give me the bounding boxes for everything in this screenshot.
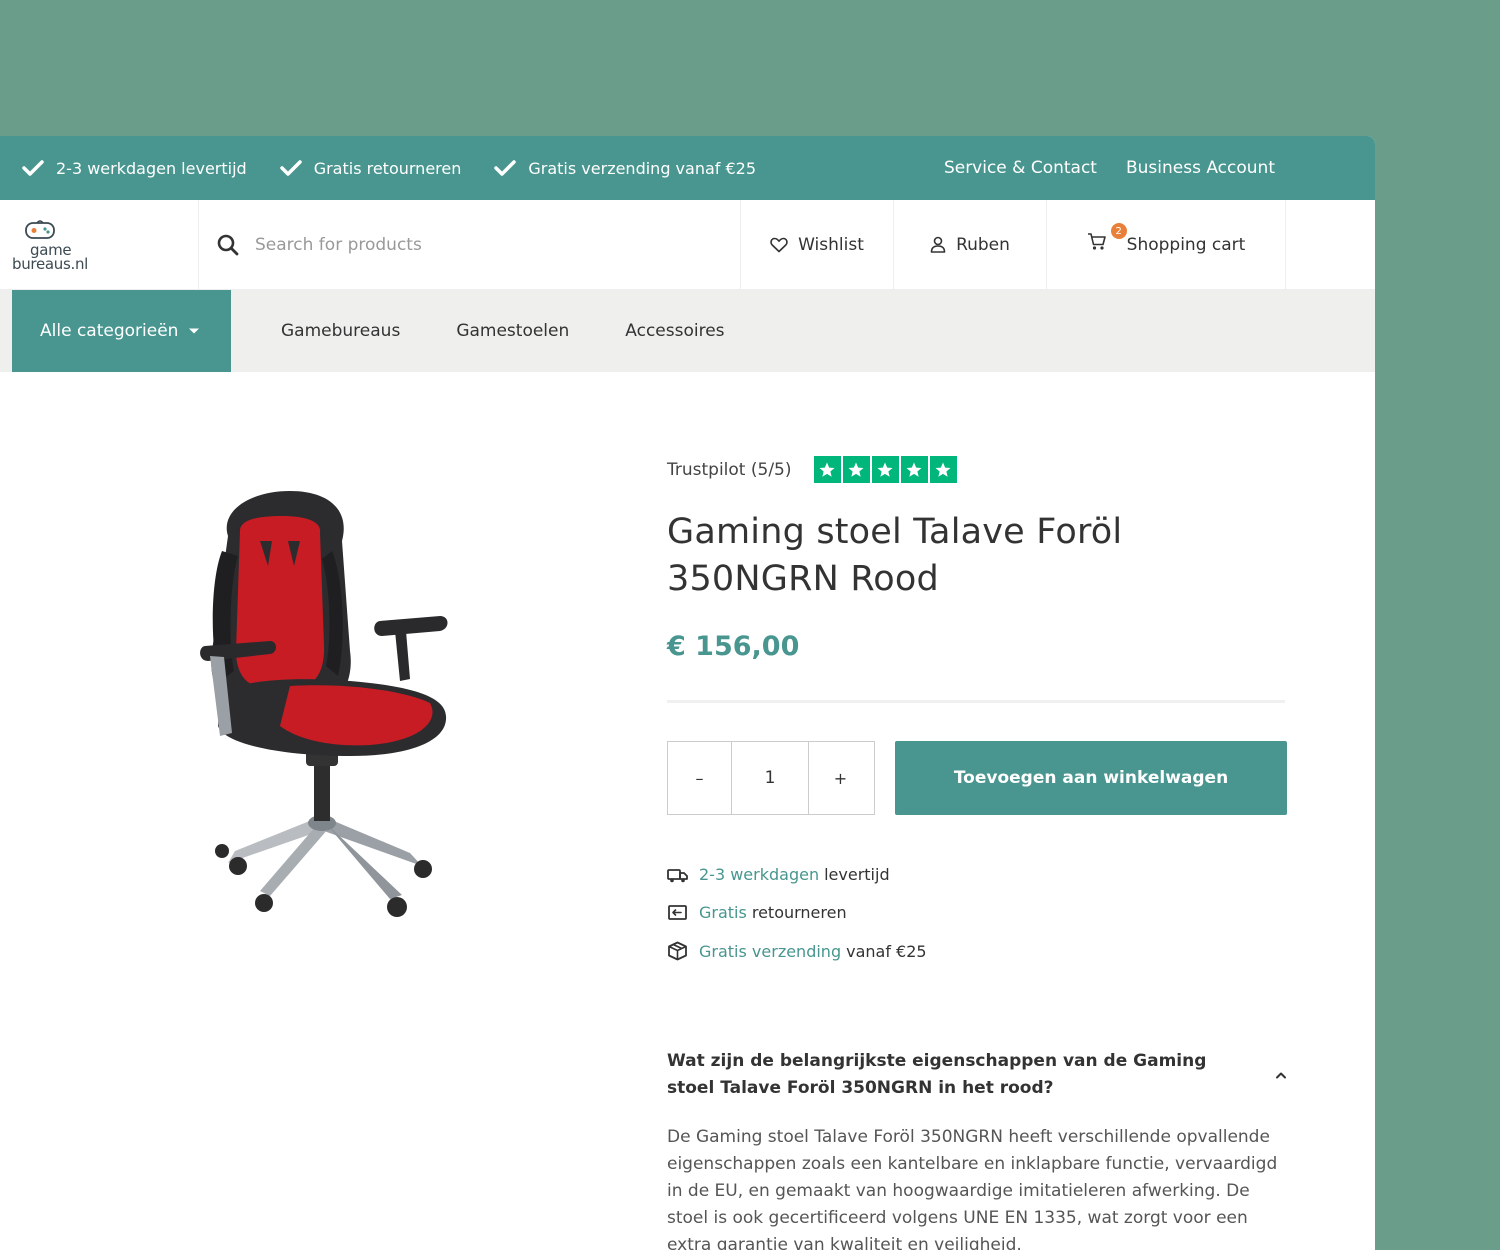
product-faq: Wat zijn de belangrijkste eigenschappen … (667, 1048, 1287, 1250)
search-input[interactable] (255, 234, 695, 255)
chevron-up-icon (1276, 1072, 1286, 1079)
user-icon (930, 236, 946, 253)
product-usp-list: 2-3 werkdagen levertijd Gratis retourner… (667, 865, 1287, 961)
check-icon (494, 160, 517, 176)
faq-question-toggle[interactable]: Wat zijn de belangrijkste eigenschappen … (667, 1048, 1287, 1102)
product-usp-delivery: 2-3 werkdagen levertijd (667, 865, 1287, 884)
product-image[interactable] (110, 471, 560, 931)
top-links: Service & Contact Business Account (915, 136, 1275, 200)
check-icon (279, 160, 302, 176)
usp-delivery-label: 2-3 werkdagen levertijd (56, 158, 247, 178)
product-usp-returns: Gratis retourneren (667, 903, 1287, 922)
star-icon (900, 456, 928, 483)
account-label: Ruben (956, 234, 1010, 255)
search-bar (199, 200, 741, 289)
product-usp-shipping-text: vanaf €25 (846, 941, 927, 961)
quantity-stepper: – 1 + (667, 741, 875, 815)
faq-answer: De Gaming stoel Talave Foröl 350NGRN hee… (667, 1127, 1278, 1250)
service-contact-link[interactable]: Service & Contact (944, 158, 1097, 178)
wishlist-label: Wishlist (798, 234, 864, 255)
all-categories-label: Alle categorieën (40, 321, 179, 341)
cart-icon (1087, 233, 1106, 250)
faq-question: Wat zijn de belangrijkste eigenschappen … (667, 1051, 1207, 1098)
divider (667, 700, 1285, 703)
nav-item-accessoires[interactable]: Accessoires (625, 290, 724, 372)
product-usp-shipping: Gratis verzending vanaf €25 (667, 941, 1287, 961)
trustpilot-stars (813, 456, 959, 483)
trustpilot-label: Trustpilot (5/5) (667, 459, 792, 480)
product-usp-returns-text: retourneren (751, 903, 847, 922)
cart-count-badge: 2 (1110, 223, 1127, 239)
cart-label: Shopping cart (1126, 234, 1246, 255)
add-to-cart-button[interactable]: Toevoegen aan winkelwagen (895, 741, 1287, 815)
truck-icon (667, 868, 688, 882)
browser-window: 2-3 werkdagen levertijd Gratis retourner… (0, 136, 1375, 1250)
quantity-decrease-button[interactable]: – (668, 742, 731, 814)
trustpilot-rating[interactable]: Trustpilot (5/5) (667, 456, 1287, 483)
logo-text-line2: bureaus.nl (12, 254, 89, 273)
buy-row: – 1 + Toevoegen aan winkelwagen (667, 741, 1287, 815)
return-box-icon (668, 905, 687, 920)
chair-backrest (211, 491, 351, 711)
site-header: game bureaus.nl Wishlist Ruben 2 Shoppin… (0, 200, 1375, 290)
cart-icon-wrapper: 2 (1087, 223, 1127, 256)
wishlist-link[interactable]: Wishlist (741, 200, 894, 289)
product-usp-delivery-text: levertijd (824, 865, 890, 884)
usp-topbar: 2-3 werkdagen levertijd Gratis retourner… (0, 136, 1375, 200)
usp-returns: Gratis retourneren (279, 158, 462, 178)
star-icon (813, 456, 841, 483)
star-icon (929, 456, 957, 483)
caret-down-icon (189, 328, 200, 334)
package-icon (668, 941, 687, 961)
usp-shipping-label: Gratis verzending vanaf €25 (528, 158, 757, 178)
heart-icon (770, 237, 788, 252)
product-title: Gaming stoel Talave Foröl 350NGRN Rood (667, 512, 1123, 599)
product-usp-delivery-highlight: 2-3 werkdagen (699, 865, 820, 884)
nav-item-gamestoelen[interactable]: Gamestoelen (456, 290, 569, 372)
product-usp-shipping-highlight: Gratis verzending (699, 941, 842, 961)
product-price: € 156,00 (667, 631, 800, 662)
product-info: Trustpilot (5/5) Gaming stoel Talave For… (667, 456, 1287, 980)
chair-base (215, 815, 432, 917)
business-account-link[interactable]: Business Account (1126, 158, 1275, 178)
all-categories-button[interactable]: Alle categorieën (12, 290, 231, 372)
usp-delivery: 2-3 werkdagen levertijd (22, 159, 247, 178)
usp-returns-label: Gratis retourneren (313, 158, 462, 178)
gamepad-logo-icon (25, 219, 55, 239)
shopping-cart-link[interactable]: 2 Shopping cart (1047, 200, 1286, 289)
chair-seat (218, 679, 447, 756)
product-usp-returns-highlight: Gratis (699, 903, 747, 922)
star-icon (842, 456, 870, 483)
star-icon (871, 456, 899, 483)
chair-cylinder (314, 761, 330, 821)
category-nav: Alle categorieën Gamebureaus Gamestoelen… (0, 290, 1375, 372)
quantity-increase-button[interactable]: + (809, 742, 872, 814)
check-icon (22, 160, 44, 176)
usp-shipping: Gratis verzending vanaf €25 (494, 159, 756, 178)
logo[interactable]: game bureaus.nl (0, 200, 199, 289)
account-link[interactable]: Ruben (894, 200, 1047, 289)
quantity-input[interactable]: 1 (731, 742, 809, 814)
logo-text: game bureaus.nl (12, 242, 198, 273)
search-icon (217, 234, 239, 255)
nav-item-gamebureaus[interactable]: Gamebureaus (281, 290, 400, 372)
